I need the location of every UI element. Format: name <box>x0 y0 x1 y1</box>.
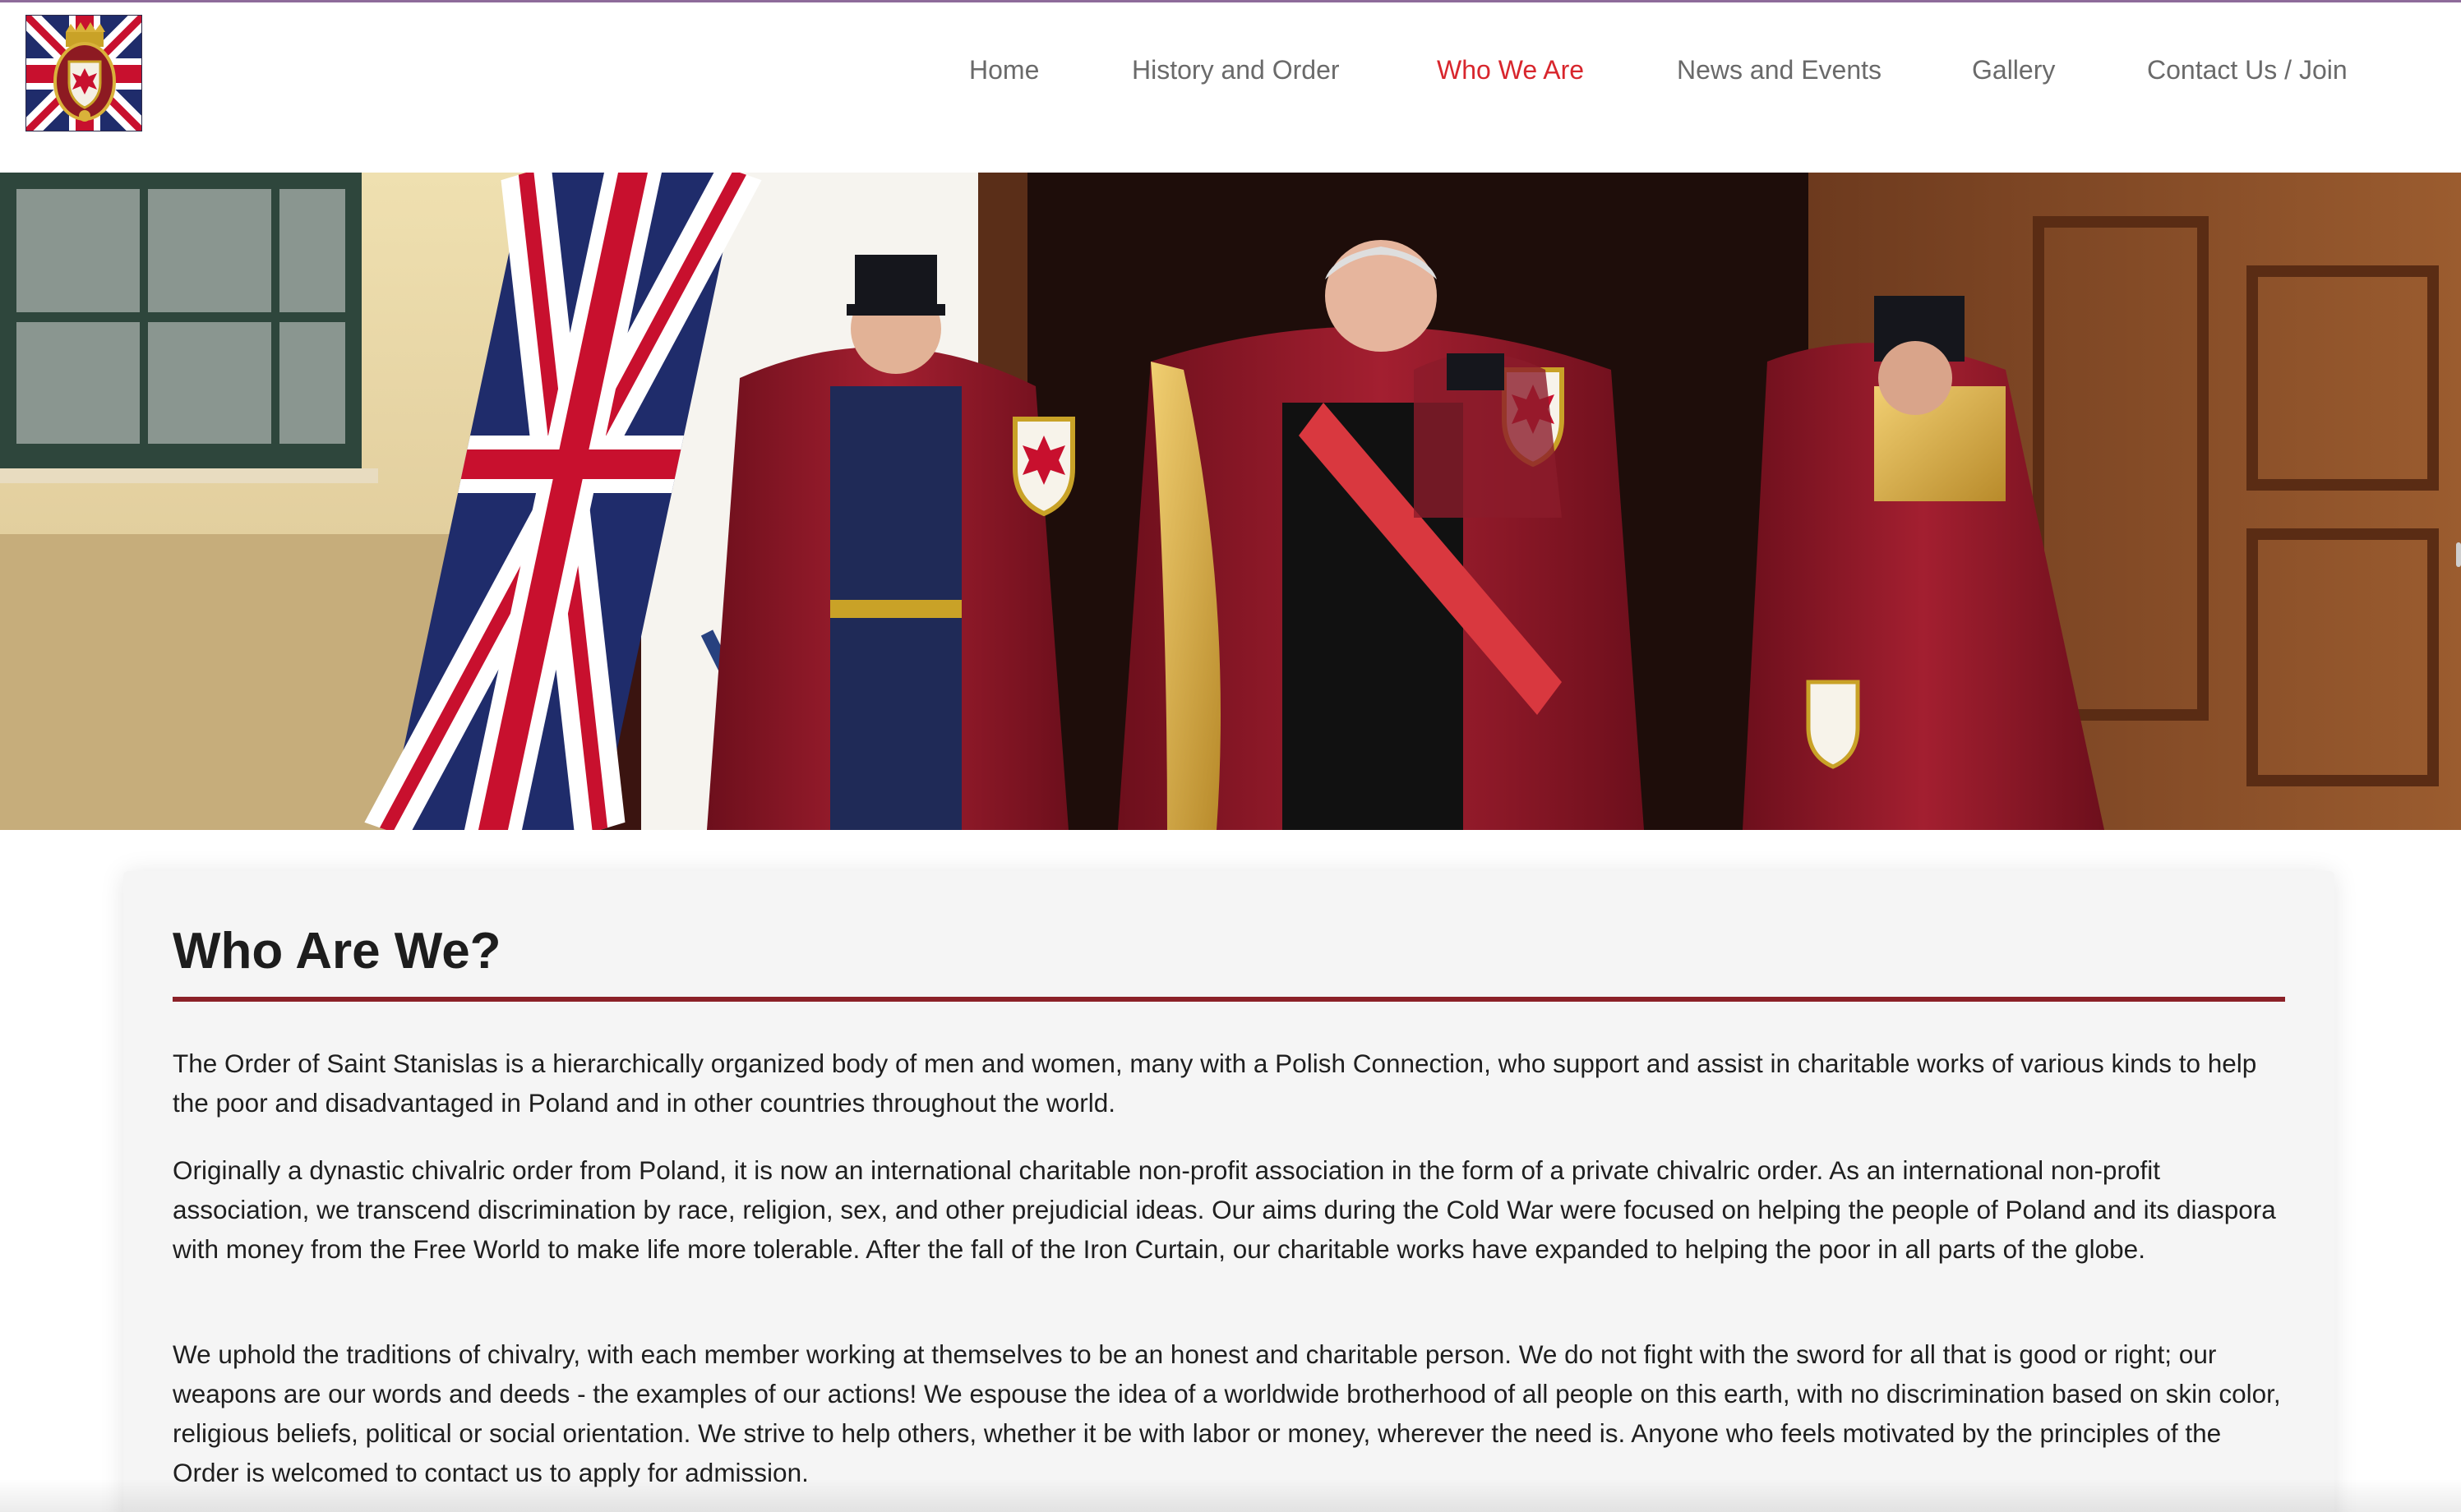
who-are-we-card: Who Are We? The Order of Saint Stanislas… <box>123 871 2334 1512</box>
paragraph-3: We uphold the traditions of chivalry, wi… <box>173 1339 2281 1487</box>
page: Home History and Order Who We Are News a… <box>0 0 2461 1512</box>
page-title: Who Are We? <box>173 923 501 980</box>
paragraph-2: Originally a dynastic chivalric order fr… <box>173 1155 2276 1264</box>
nav-who-we-are[interactable]: Who We Are <box>1437 52 1584 88</box>
knights-in-red-capes-with-union-jack-flag-photo-icon <box>0 173 2461 830</box>
nav-contact-us-join[interactable]: Contact Us / Join <box>2147 52 2348 88</box>
scrollbar[interactable] <box>2456 542 2461 567</box>
nav-news-and-events[interactable]: News and Events <box>1677 52 1882 88</box>
main-nav: Home History and Order Who We Are News a… <box>953 52 2354 88</box>
hero-image <box>0 173 2461 830</box>
nav-gallery[interactable]: Gallery <box>1972 52 2055 88</box>
site-header: Home History and Order Who We Are News a… <box>0 2 2461 173</box>
paragraph-1: The Order of Saint Stanislas is a hierar… <box>173 1049 2257 1118</box>
title-divider <box>173 997 2285 1002</box>
union-jack-coat-of-arms-logo-icon[interactable] <box>25 15 142 131</box>
nav-home[interactable]: Home <box>969 52 1039 88</box>
nav-history-and-order[interactable]: History and Order <box>1132 52 1340 88</box>
